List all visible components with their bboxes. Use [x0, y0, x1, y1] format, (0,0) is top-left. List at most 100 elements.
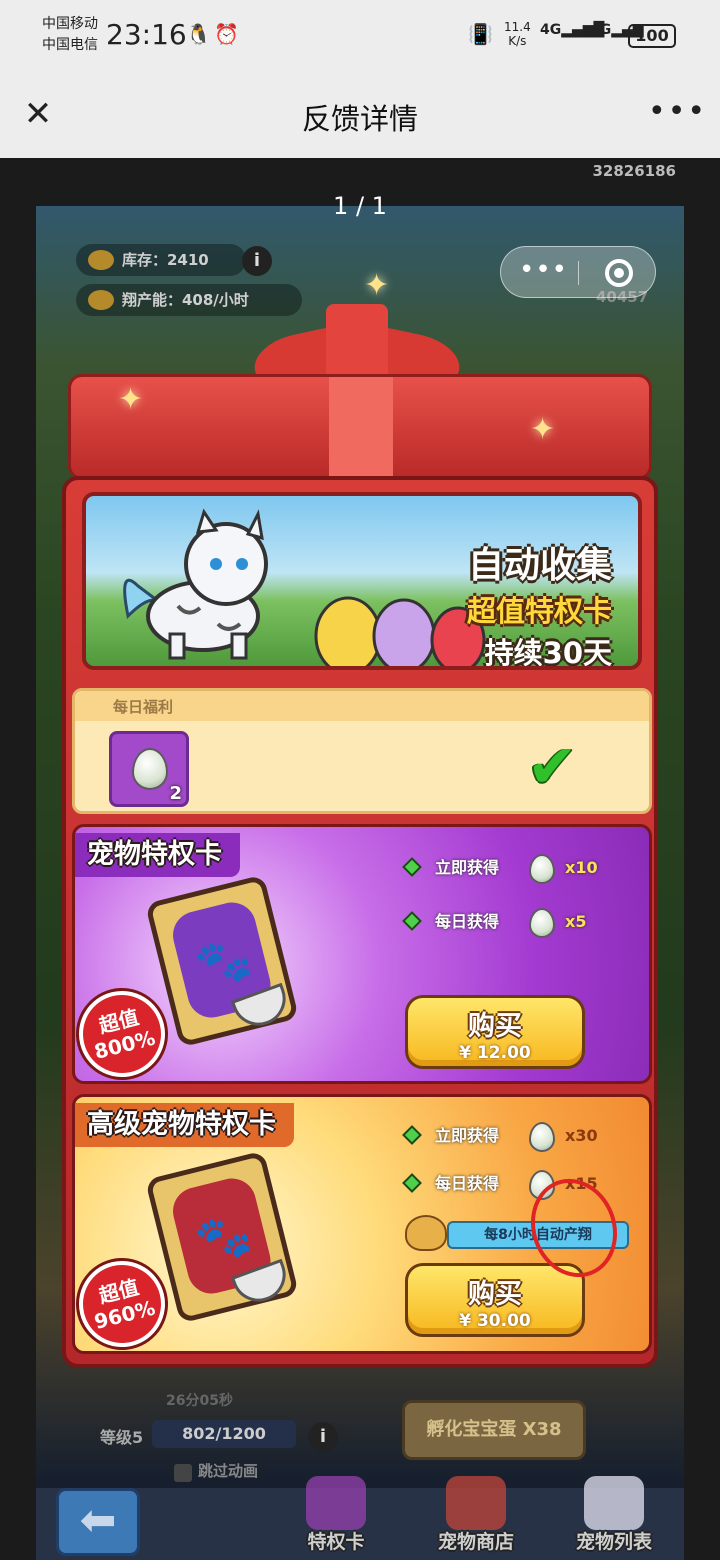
dock-pet-list[interactable]: 宠物列表 — [554, 1476, 674, 1560]
carrier-info: 中国移动 中国电信 — [42, 14, 98, 56]
skip-animation-label: 跳过动画 — [198, 1462, 259, 1480]
poop-icon — [88, 290, 114, 310]
card-title: 高级宠物特权卡 — [75, 1103, 294, 1147]
buy-button[interactable]: 购买 ¥ 12.00 — [405, 995, 585, 1069]
banner-duration: 持续30天 — [484, 636, 612, 670]
value-badge: 超值 960% — [75, 1251, 175, 1351]
egg-icon — [529, 908, 555, 938]
gift-knot — [326, 304, 388, 380]
perk-label: 立即获得 — [435, 1126, 500, 1145]
daily-reward-count: 2 — [169, 783, 182, 804]
cat-icon — [584, 1476, 644, 1530]
image-viewer[interactable]: 32826186 1 / 1 库存：2410 i 翔产能：408/小时 4045… — [0, 158, 720, 1560]
stock-pill: 库存：2410 — [76, 244, 246, 276]
carrier-2: 中国电信 — [42, 37, 98, 53]
banner-title: 自动收集 — [467, 545, 612, 586]
qq-icon: 🐧 — [186, 22, 211, 46]
egg-icon — [132, 748, 168, 790]
perk-amount: x5 — [565, 912, 587, 931]
game-screenshot: 库存：2410 i 翔产能：408/小时 40457 ••• ✦ ✦ ✦ 自动收… — [36, 206, 684, 1560]
daily-reward-slot: 2 — [109, 731, 189, 807]
gift-lid — [68, 374, 652, 480]
card-title: 宠物特权卡 — [75, 833, 240, 877]
white-tiger-illustration — [123, 508, 268, 660]
buy-label: 购买 — [468, 1011, 522, 1042]
net-2-label: 4G — [590, 22, 612, 38]
auto-produce-icon — [405, 1215, 447, 1251]
level-label: 等级5 — [100, 1428, 144, 1447]
menu-dots-icon[interactable]: ••• — [519, 255, 568, 285]
perk-label: 每日获得 — [435, 912, 500, 931]
rainbow-eggs-illustration — [314, 596, 486, 666]
poop-icon — [88, 250, 114, 270]
level-progress: 802/1200 — [152, 1420, 296, 1448]
back-arrow-icon[interactable]: ⬅ — [56, 1488, 140, 1556]
diamond-icon — [402, 1125, 422, 1145]
dock-pet-shop[interactable]: 宠物商店 — [416, 1476, 536, 1560]
vibrate-icon: 📳 — [468, 22, 493, 46]
perk-label: 每日获得 — [435, 1174, 500, 1193]
pet-privilege-card: 宠物特权卡 立即获得 x10 每日获得 x5 🐾 超值 800% 购买 ¥ 12… — [72, 824, 652, 1084]
sparkle-icon: ✦ — [118, 382, 144, 417]
sparkle-icon: ✦ — [364, 268, 390, 303]
alarm-icon: ⏰ — [214, 22, 239, 46]
diamond-icon — [402, 1173, 422, 1193]
net-speed-unit: K/s — [508, 34, 527, 48]
dock-label: 宠物列表 — [575, 1531, 652, 1553]
image-id: 32826186 — [592, 162, 677, 180]
perk-amount: x30 — [565, 1126, 598, 1145]
shop-icon — [446, 1476, 506, 1530]
capsule-divider — [578, 261, 579, 285]
buy-price: ¥ 12.00 — [459, 1043, 531, 1063]
buy-label: 购买 — [468, 1279, 522, 1310]
dock-label: 宠物商店 — [437, 1531, 514, 1553]
close-miniprogram-icon[interactable] — [605, 259, 633, 287]
miniprogram-capsule: ••• — [500, 246, 656, 298]
production-pill: 翔产能：408/小时 — [76, 284, 302, 316]
production-label: 翔产能：408/小时 — [122, 291, 249, 309]
net-speed-value: 11.4 — [504, 20, 531, 34]
dock-privilege-card[interactable]: 特权卡 — [276, 1476, 396, 1560]
clock: 23:16 — [106, 18, 187, 51]
net-speed: 11.4 K/s — [504, 20, 531, 48]
egg-icon — [529, 854, 555, 884]
nav-bar: ✕ 反馈详情 ••• — [0, 72, 720, 158]
privilege-card-icon — [306, 1476, 366, 1530]
info-icon[interactable]: i — [308, 1422, 338, 1452]
paw-icon: 🐾 — [190, 930, 257, 994]
value-badge: 超值 800% — [75, 981, 175, 1081]
buy-button[interactable]: 购买 ¥ 30.00 — [405, 1263, 585, 1337]
auto-collect-banner: 自动收集 超值特权卡 持续30天 — [82, 492, 642, 670]
page-counter: 1 / 1 — [333, 192, 387, 220]
buy-price: ¥ 30.00 — [459, 1311, 531, 1331]
perk-label: 立即获得 — [435, 858, 500, 877]
carrier-1: 中国移动 — [42, 16, 98, 32]
daily-reward-panel: 每日福利 2 ✔ — [72, 688, 652, 814]
perk-amount: x10 — [565, 858, 598, 877]
more-icon[interactable]: ••• — [648, 94, 707, 129]
diamond-icon — [402, 857, 422, 877]
hatch-timer: 26分05秒 — [166, 1393, 233, 1409]
net-1-label: 4G — [540, 22, 562, 38]
info-icon[interactable]: i — [242, 246, 272, 276]
status-bar: 中国移动 中国电信 23:16 🐧 ⏰ 📳 11.4 K/s 4G▂▄▆█ 4G… — [0, 0, 720, 72]
pet-card-illustration: 🐾 — [144, 874, 300, 1048]
paw-icon: 🐾 — [190, 1206, 257, 1270]
diamond-icon — [402, 911, 422, 931]
egg-icon — [529, 1122, 555, 1152]
screen: 中国移动 中国电信 23:16 🐧 ⏰ 📳 11.4 K/s 4G▂▄▆█ 4G… — [0, 0, 720, 1560]
game-bottom-ui: 26分05秒 等级5 802/1200 i 跳过动画 孵化宝宝蛋 X38 ⬅ 特… — [36, 1382, 684, 1560]
stock-label: 库存：2410 — [122, 251, 209, 269]
page-title: 反馈详情 — [301, 102, 418, 136]
sparkle-icon: ✦ — [530, 412, 556, 447]
daily-header: 每日福利 — [75, 691, 649, 721]
hatch-button[interactable]: 孵化宝宝蛋 X38 — [402, 1400, 586, 1460]
pet-card-illustration: 🐾 — [144, 1150, 300, 1324]
banner-subtitle: 超值特权卡 — [466, 594, 612, 628]
skip-checkbox[interactable] — [174, 1464, 192, 1482]
bottom-dock: ⬅ 特权卡 宠物商店 宠物列表 — [36, 1476, 684, 1560]
battery-icon: 100 — [628, 24, 676, 48]
dock-label: 特权卡 — [307, 1531, 365, 1553]
daily-label: 每日福利 — [113, 698, 174, 716]
check-icon: ✔ — [527, 732, 578, 802]
